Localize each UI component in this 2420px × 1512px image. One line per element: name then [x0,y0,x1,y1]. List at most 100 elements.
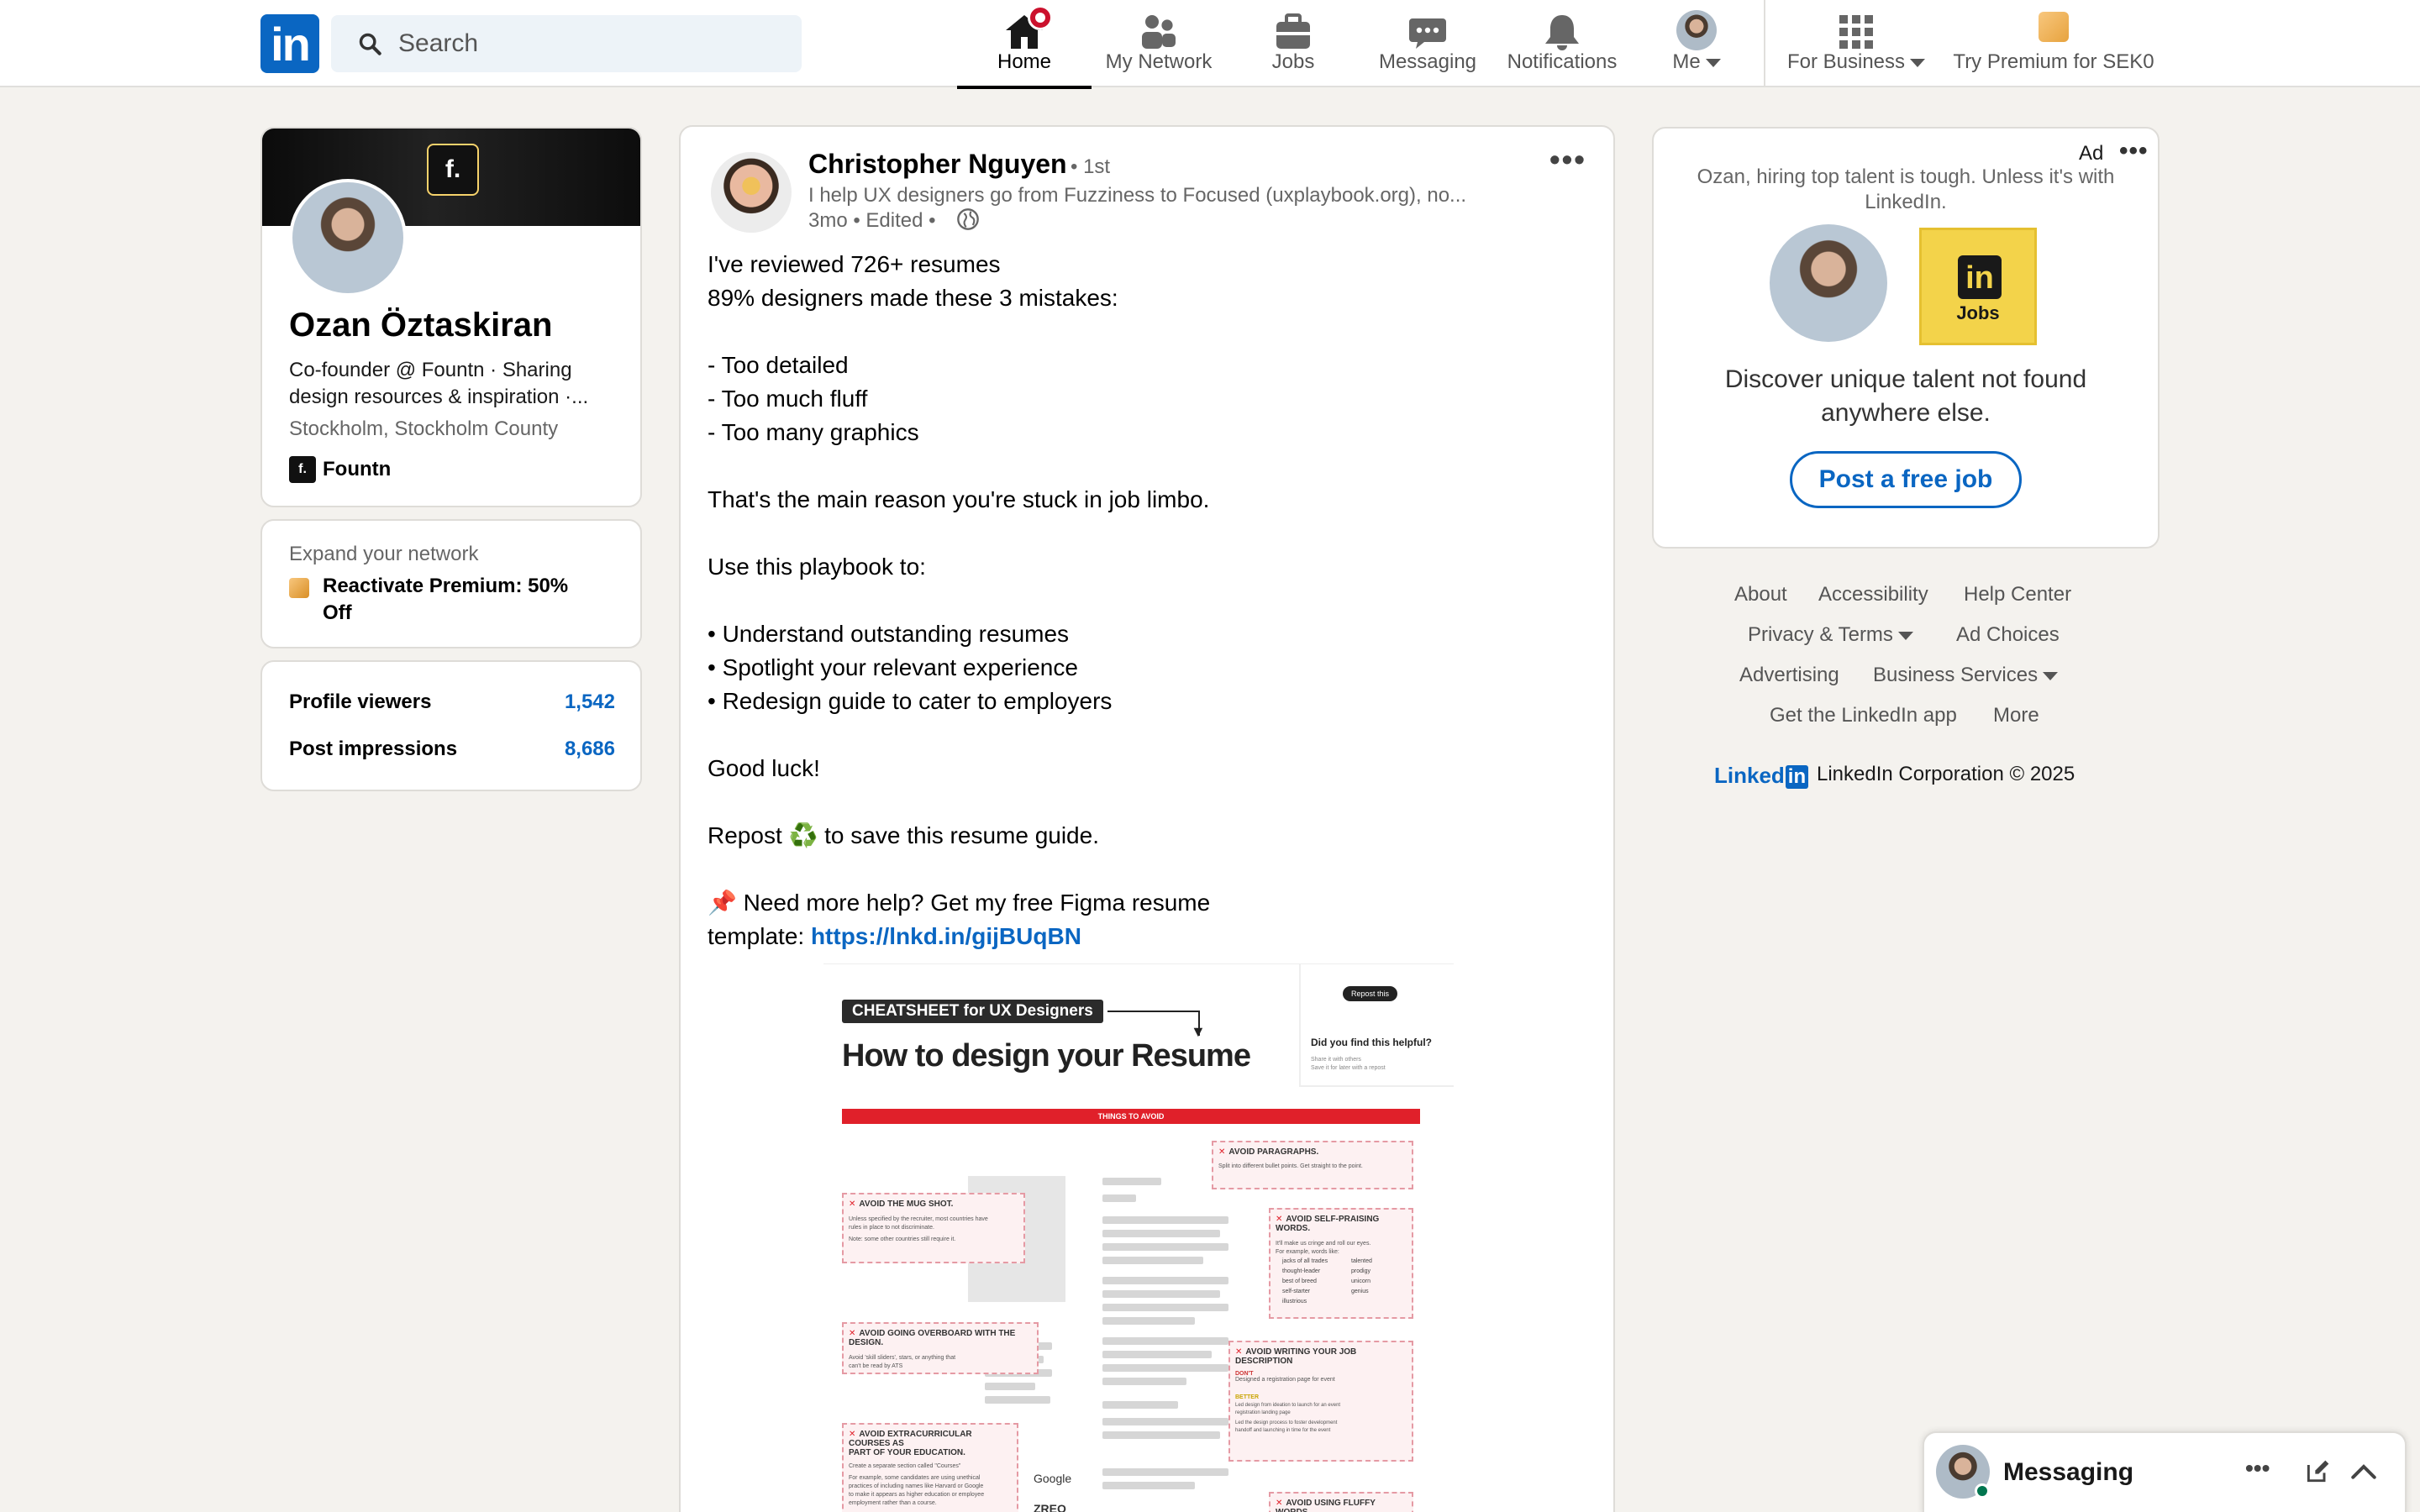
avoid-banner: THINGS TO AVOID [842,1109,1420,1124]
nav-my-network[interactable]: My Network [1092,0,1226,87]
stats-card: Profile viewers 1,542 Post impressions 8,6… [260,660,642,791]
text-line [1102,1364,1228,1372]
chat-icon [1409,18,1446,49]
global-nav: in Home My Network Jobs Messaging Notifi… [0,0,2420,89]
text-line [1102,1257,1203,1264]
post-more-menu-icon[interactable]: ••• [1549,142,1586,177]
nav-me[interactable]: Me [1629,0,1764,87]
ad-user-avatar [1770,224,1887,342]
footer-accessibility[interactable]: Accessibility [1818,583,1928,606]
text-line [1102,1243,1228,1251]
praise-word: talented [1351,1258,1372,1264]
praise-word: illustrious [1282,1299,1307,1305]
text-line [1102,1216,1228,1224]
post-author-avatar[interactable] [711,152,792,233]
text-line [1102,1468,1228,1476]
ad-label: Ad [2079,142,2104,165]
footer-privacy-terms[interactable]: Privacy & Terms [1748,623,1913,647]
avoid-self-praising-box: ✕ AVOID SELF-PRAISING WORDS. It'll make u… [1269,1208,1413,1319]
post-text-line: 📌 Need more help? Get my free Figma resu… [708,890,1211,916]
text-line [985,1396,1050,1404]
ad-intro-1: Ozan, hiring top talent is tough. Unless… [1697,165,2115,188]
grid-icon [1839,15,1873,49]
text-line [1102,1230,1220,1237]
arrow-line [1107,1011,1200,1012]
nav-try-premium-label: Try Premium for SEK0 [1953,50,2154,73]
feed-post: Christopher Nguyen • 1st I help UX desig… [679,125,1615,1512]
text-line [985,1383,1035,1390]
footer-advertising[interactable]: Advertising [1739,664,1839,687]
text-line [1102,1317,1195,1325]
post-text-line: • Spotlight your relevant experience [708,654,1078,680]
caret-down-icon [1910,58,1926,67]
expand-network-label: Expand your network [289,543,479,565]
search-box[interactable] [331,15,802,72]
footer-help-center[interactable]: Help Center [1964,583,2071,606]
post-link[interactable]: https://lnkd.in/gijBUqBN [811,923,1081,949]
avoid-mugshot-box: ✕ AVOID THE MUG SHOT. Unless specified by … [842,1193,1025,1263]
nav-for-business-label: For Business [1776,50,1936,74]
footer-get-app[interactable]: Get the LinkedIn app [1770,704,1957,727]
post-author-degree: • 1st [1071,155,1111,178]
post-text-line: 89% designers made these 3 mistakes: [708,285,1118,311]
linkedin-logo[interactable]: in [260,14,319,73]
online-status-dot [1975,1483,1990,1499]
post-meta: 3mo • Edited • [808,209,936,232]
search-input[interactable] [398,15,785,72]
post-blank-line [708,315,1210,349]
post-text-line: I've reviewed 726+ resumes [708,251,1001,277]
post-author-name[interactable]: Christopher Nguyen [808,149,1067,180]
ad-more-menu-icon[interactable]: ••• [2119,137,2149,165]
text-line [1102,1304,1228,1311]
compose-icon[interactable] [2304,1458,2331,1485]
notification-badge [1028,5,1053,30]
footer-ad-choices[interactable]: Ad Choices [1956,623,2060,647]
ad-discover-1: Discover unique talent not found [1724,365,2087,393]
profile-company[interactable]: Fountn [323,458,391,481]
messaging-bar[interactable]: Messaging ••• [1923,1431,2407,1512]
post-author-headline: I help UX designers go from Fuzziness to… [808,184,1467,207]
praise-word: self-starter [1282,1289,1311,1294]
praise-word: genius [1351,1289,1369,1294]
text-line [1102,1290,1220,1298]
profile-headline: Co-founder @ Fountn · Sharing [289,359,572,381]
post-free-job-button[interactable]: Post a free job [1790,451,2022,508]
network-card[interactable]: Expand your network Reactivate Premium: … [260,519,642,648]
footer-more[interactable]: More [1993,704,2039,727]
briefcase-icon [1276,13,1310,49]
profile-viewers-row[interactable]: Profile viewers 1,542 [289,690,615,714]
text-line [1102,1194,1136,1202]
messaging-more-icon[interactable]: ••• [2245,1455,2270,1482]
post-image[interactable]: CHEATSHEET for UX Designers ▼ Repost thi… [823,963,1454,1512]
nav-try-premium[interactable]: Try Premium for SEK0 [1944,0,2163,87]
post-impressions-row[interactable]: Post impressions 8,686 [289,738,615,761]
resume-dark-word: ZREO [1034,1502,1066,1512]
chevron-up-icon[interactable] [2349,1458,2378,1487]
text-line [1102,1401,1178,1409]
text-line [1102,1178,1161,1185]
profile-name[interactable]: Ozan Öztaskiran [289,307,552,344]
nav-home-label: Home [997,50,1052,73]
repost-chip: Repost this [1343,986,1398,1001]
text-line [1102,1482,1195,1489]
nav-messaging[interactable]: Messaging [1360,0,1495,87]
text-line [1102,1351,1212,1358]
profile-avatar[interactable] [289,179,407,297]
reactivate-premium-link[interactable]: Reactivate Premium: 50% [323,575,568,598]
avoid-job-description-box: ✕ AVOID WRITING YOUR JOB DESCRIPTION DON'… [1228,1341,1413,1462]
praise-word: jacks of all trades [1282,1258,1328,1264]
reactivate-premium-link-2[interactable]: Off [323,601,352,625]
profile-location: Stockholm, Stockholm County [289,417,559,440]
footer-about[interactable]: About [1734,583,1787,606]
praise-words-left: jacks of all trades thought-leader best of… [1282,1257,1328,1307]
nav-notifications[interactable]: Notifications [1495,0,1629,87]
post-blank-line [708,718,1210,752]
profile-viewers-value: 1,542 [564,690,615,713]
nav-jobs[interactable]: Jobs [1226,0,1360,87]
nav-divider [1764,0,1765,87]
footer-business-services[interactable]: Business Services [1873,664,2059,687]
nav-home[interactable]: Home [957,0,1092,89]
post-blank-line [708,517,1210,550]
ad-jobs-logo: in Jobs [1919,228,2037,345]
nav-for-business[interactable]: For Business [1776,0,1936,87]
